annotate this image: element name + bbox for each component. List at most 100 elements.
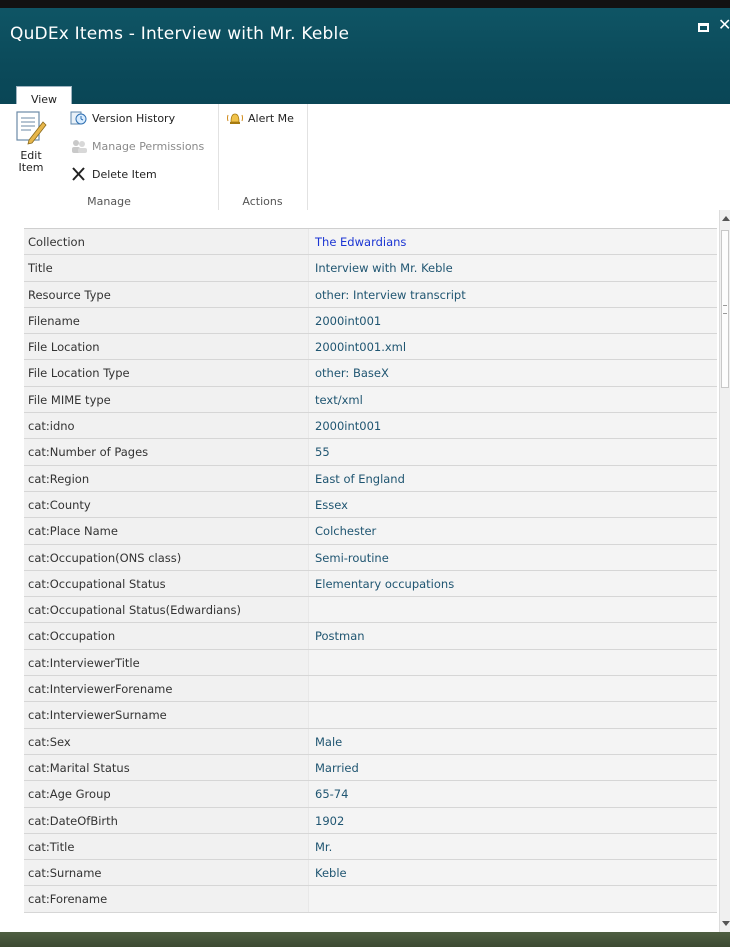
table-row: File Location 2000int001.xml [24,334,717,361]
delete-icon [70,166,88,182]
property-value: 2000int001.xml [308,334,717,360]
property-label: cat:Occupational Status [24,570,308,597]
alert-me-label: Alert Me [248,111,294,125]
property-label: Collection [24,229,308,255]
property-value: text/xml [308,386,717,413]
actions-group: Alert Me Actions [218,104,308,210]
property-value: Essex [308,491,717,518]
property-value: Colchester [308,518,717,544]
dialog-window: QuDEx Items - Interview with Mr. Keble ✕… [0,0,730,947]
property-label: File MIME type [24,386,308,413]
manage-permissions-icon [70,138,88,154]
property-label: cat:Sex [24,728,308,754]
delete-item-button[interactable]: Delete Item [70,166,157,182]
property-value: Married [308,754,717,781]
title-bar: QuDEx Items - Interview with Mr. Keble ✕… [0,8,730,112]
properties-table: Collection The Edwardians Title Interview w… [24,228,717,913]
property-value [308,702,717,728]
scroll-up-icon[interactable] [722,216,730,221]
table-row: cat:Surname Keble [24,860,717,887]
close-icon[interactable]: ✕ [718,17,730,33]
table-row: Filename 2000int001 [24,307,717,335]
table-row: cat:Number of Pages 55 [24,439,717,466]
scroll-down-icon[interactable] [722,921,730,926]
version-history-icon [70,110,88,126]
property-value [308,649,717,676]
alert-bell-icon [226,110,244,126]
edit-item-button[interactable]: Edit Item [4,110,58,174]
property-value: 2000int001 [308,413,717,439]
table-row: cat:Occupational Status(Edwardians) [24,597,717,624]
property-label: cat:InterviewerTitle [24,649,308,676]
property-value: other: Interview transcript [308,281,717,307]
manage-group-label: Manage [87,195,131,208]
ribbon: Edit Item Version History Manage Permiss… [0,104,730,211]
table-row: cat:County Essex [24,491,717,519]
property-label: cat:Occupational Status(Edwardians) [24,597,308,623]
table-row: cat:InterviewerTitle [24,649,717,677]
property-label: cat:InterviewerForename [24,676,308,702]
property-label: Filename [24,307,308,334]
property-label: cat:idno [24,413,308,439]
table-row: cat:idno 2000int001 [24,413,717,440]
property-value: Mr. [308,833,717,860]
property-label: cat:County [24,491,308,518]
edit-item-label-2: Item [18,161,44,174]
property-label: Resource Type [24,281,308,307]
table-row: cat:DateOfBirth 1902 [24,807,717,834]
window-title: QuDEx Items - Interview with Mr. Keble [10,24,350,44]
scrollbar-thumb[interactable] [721,230,729,388]
delete-item-label: Delete Item [92,167,157,181]
maximize-icon[interactable] [698,23,709,32]
property-label: cat:Occupation [24,623,308,649]
property-value: Postman [308,623,717,649]
table-row: cat:Region East of England [24,465,717,492]
property-label: cat:DateOfBirth [24,807,308,833]
manage-group: Edit Item Version History Manage Permiss… [0,104,219,210]
table-row: cat:Occupational Status Elementary occupa… [24,570,717,598]
property-value: East of England [308,465,717,491]
property-value: Elementary occupations [308,570,717,597]
property-value: Male [308,728,717,754]
property-label: cat:Marital Status [24,754,308,781]
bottom-edge [0,932,730,947]
property-label: cat:Surname [24,860,308,886]
property-value: 2000int001 [308,307,717,334]
property-value: Interview with Mr. Keble [308,255,717,281]
version-history-label: Version History [92,111,176,125]
table-row: Title Interview with Mr. Keble [24,255,717,282]
table-row: Resource Type other: Interview transcript [24,281,717,308]
table-row: cat:InterviewerSurname [24,702,717,729]
top-edge [0,0,730,8]
actions-group-label: Actions [242,195,283,208]
table-row: cat:Age Group 65-74 [24,781,717,808]
table-row: cat:Sex Male [24,728,717,755]
property-value [308,886,717,912]
property-value: 65-74 [308,781,717,807]
manage-permissions-button[interactable]: Manage Permissions [70,138,204,154]
property-label: Title [24,255,308,281]
property-label: cat:Place Name [24,518,308,544]
table-row: File Location Type other: BaseX [24,360,717,387]
property-value [308,676,717,702]
property-label: File Location [24,334,308,360]
property-label: cat:Age Group [24,781,308,807]
property-value: Keble [308,860,717,886]
table-row: cat:Place Name Colchester [24,518,717,545]
property-value-link[interactable]: The Edwardians [308,229,717,255]
table-row: File MIME type text/xml [24,386,717,414]
edit-item-icon [15,110,47,146]
alert-me-button[interactable]: Alert Me [226,110,294,126]
property-value: other: BaseX [308,360,717,386]
property-value [308,597,717,623]
version-history-button[interactable]: Version History [70,110,175,126]
property-value: Semi-routine [308,544,717,570]
item-properties-panel: Collection The Edwardians Title Interview w… [0,210,730,932]
vertical-scrollbar[interactable] [719,210,730,932]
property-label: cat:Title [24,833,308,860]
table-row: Collection The Edwardians [24,229,717,256]
table-row: cat:Occupation Postman [24,623,717,650]
property-label: cat:InterviewerSurname [24,702,308,728]
manage-permissions-label: Manage Permissions [92,139,205,153]
property-value: 55 [308,439,717,465]
